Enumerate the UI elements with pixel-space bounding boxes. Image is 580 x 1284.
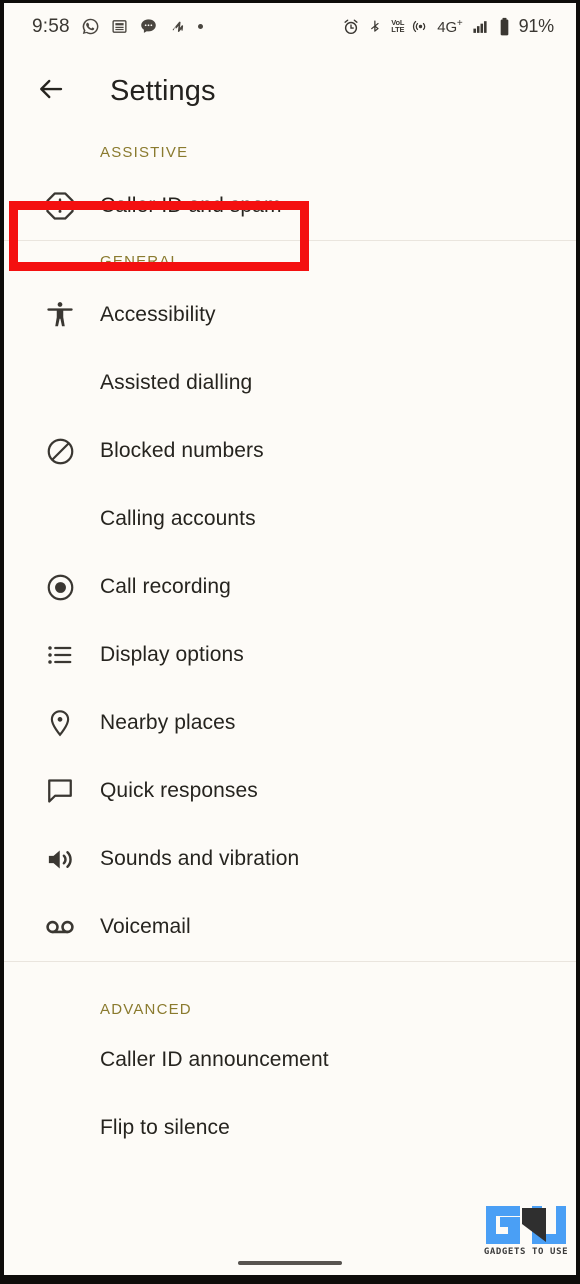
list-item-label: Call recording	[100, 575, 231, 598]
section-header-advanced: ADVANCED	[100, 1001, 192, 1018]
list-item-sounds-and-vibration[interactable]: Sounds and vibration	[4, 825, 576, 893]
signal-bars-icon	[471, 18, 490, 35]
list-icon	[20, 640, 100, 670]
record-icon	[20, 572, 100, 603]
hotspot-icon	[412, 18, 429, 35]
list-item-label: Quick responses	[100, 779, 258, 802]
list-item-flip-to-silence[interactable]: Flip to silence	[4, 1094, 576, 1162]
watermark-text: GADGETS TO USE	[483, 1247, 569, 1257]
list-item-label: Calling accounts	[100, 507, 256, 530]
list-item-label: Accessibility	[100, 303, 216, 326]
bluetooth-icon	[368, 18, 383, 36]
list-item-calling-accounts[interactable]: Calling accounts	[4, 485, 576, 553]
list-item-display-options[interactable]: Display options	[4, 621, 576, 689]
report-spam-icon	[20, 190, 100, 222]
voicemail-icon	[20, 911, 100, 943]
phone-screen: 9:58 VoL LTE 4G+ 91% Settings ASSISTIVE …	[0, 0, 580, 1284]
list-item-label: Caller ID announcement	[100, 1048, 329, 1071]
status-bar-right: VoL LTE 4G+ 91%	[342, 16, 554, 37]
list-item-label: Blocked numbers	[100, 439, 264, 462]
arrow-back-icon	[36, 74, 66, 109]
chat-bubble-icon	[20, 776, 100, 806]
dot-icon	[197, 24, 203, 29]
page-title: Settings	[110, 74, 216, 107]
list-item-accessibility[interactable]: Accessibility	[4, 281, 576, 349]
list-item-label: Assisted dialling	[100, 371, 253, 394]
settings-list: ASSISTIVE Caller ID and spam GENERAL Acc…	[4, 132, 576, 1162]
list-item-label: Voicemail	[100, 915, 191, 938]
status-bar-left: 9:58	[32, 16, 203, 38]
gesture-nav-bar[interactable]	[238, 1261, 342, 1265]
list-item-quick-responses[interactable]: Quick responses	[4, 757, 576, 825]
list-item-label: Flip to silence	[100, 1116, 230, 1139]
back-button[interactable]	[28, 68, 74, 114]
accessibility-icon	[20, 300, 100, 330]
battery-icon	[498, 17, 511, 37]
app-bar: Settings	[4, 50, 576, 132]
list-item-caller-id-announcement[interactable]: Caller ID announcement	[4, 1026, 576, 1094]
message-icon	[139, 17, 158, 36]
location-pin-icon	[20, 708, 100, 738]
list-item-label: Nearby places	[100, 711, 236, 734]
block-icon	[20, 436, 100, 467]
list-item-nearby-places[interactable]: Nearby places	[4, 689, 576, 757]
clock: 9:58	[32, 15, 70, 37]
volte-icon: VoL LTE	[391, 17, 405, 34]
watermark-logo: GADGETS TO USE	[482, 1199, 570, 1257]
volume-icon	[20, 844, 100, 875]
alarm-icon	[342, 18, 360, 36]
list-item-call-recording[interactable]: Call recording	[4, 553, 576, 621]
gadgets-to-use-mark-icon	[484, 1204, 568, 1246]
list-item-label: Caller ID and spam	[100, 194, 282, 217]
whatsapp-icon	[81, 17, 100, 36]
list-item-caller-id-and-spam[interactable]: Caller ID and spam	[4, 172, 576, 240]
list-item-label: Sounds and vibration	[100, 847, 300, 870]
status-bar: 9:58 VoL LTE 4G+ 91%	[4, 3, 576, 50]
section-header-general: GENERAL	[100, 252, 181, 270]
list-item-voicemail[interactable]: Voicemail	[4, 893, 576, 961]
network-type-label: 4G+	[437, 17, 463, 36]
swirl-icon	[169, 18, 187, 36]
section-header-assistive: ASSISTIVE	[100, 143, 189, 161]
list-item-label: Display options	[100, 643, 244, 666]
list-item-assisted-dialling[interactable]: Assisted dialling	[4, 349, 576, 417]
list-item-blocked-numbers[interactable]: Blocked numbers	[4, 417, 576, 485]
battery-percent-label: 91%	[518, 16, 555, 36]
news-icon	[111, 18, 128, 35]
